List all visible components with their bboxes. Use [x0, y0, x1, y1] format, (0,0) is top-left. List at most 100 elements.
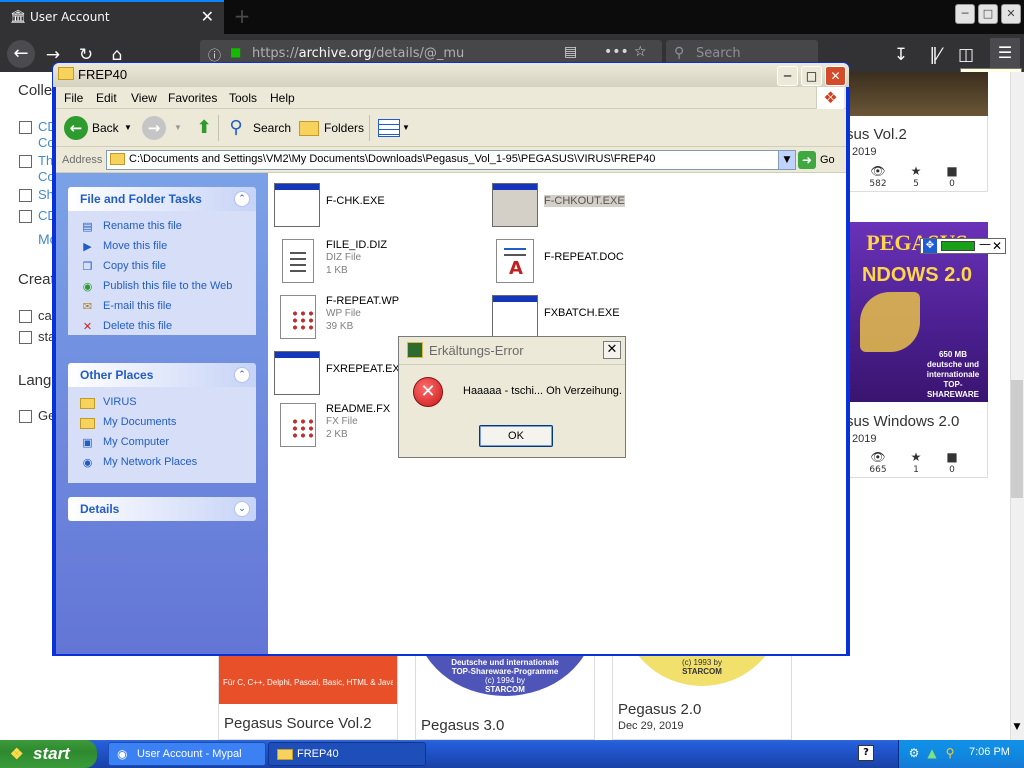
back-label[interactable]: Back	[92, 121, 119, 135]
search-icon[interactable]: ⚲	[224, 116, 248, 140]
start-button[interactable]: ❖ start	[0, 740, 97, 768]
file-item[interactable]: F-CHK.EXE	[274, 183, 484, 233]
file-item[interactable]: A F-REPEAT.DOC	[492, 239, 702, 289]
checkbox[interactable]	[19, 410, 32, 423]
views-dropdown-icon[interactable]: ▼	[402, 123, 410, 132]
task-rename[interactable]: ▤ Rename this file	[68, 217, 256, 237]
close-button[interactable]: ✕	[825, 66, 846, 86]
collapse-icon[interactable]: ⌃	[234, 191, 250, 207]
maximize-button[interactable]: □	[801, 66, 822, 86]
browser-tab[interactable]: 🏛 User Account ✕	[0, 0, 224, 34]
folders-icon[interactable]	[299, 121, 319, 136]
hamburger-menu-icon[interactable]: ☰	[990, 38, 1020, 68]
close-button[interactable]: ✕	[1001, 4, 1021, 24]
collection-label[interactable]: Th	[38, 153, 53, 168]
minimize-icon[interactable]: —	[979, 237, 991, 251]
library-icon[interactable]: ‖⁄	[924, 44, 946, 66]
card-thumbnail[interactable]: Für C, C++, Delphi, Pascal, Basic, HTML …	[219, 656, 397, 704]
text-file-icon	[282, 239, 314, 283]
folders-label[interactable]: Folders	[324, 121, 364, 135]
scrollbar-thumb[interactable]	[1011, 380, 1023, 498]
close-icon[interactable]: ✕	[992, 239, 1002, 253]
card-title[interactable]: sus Windows 2.0	[846, 413, 959, 430]
tab-close-icon[interactable]: ✕	[201, 7, 214, 26]
new-tab-icon[interactable]: +	[232, 6, 252, 26]
network-tray-icon[interactable]: ⚙	[907, 746, 921, 760]
minimize-button[interactable]: ─	[955, 4, 975, 24]
card-title[interactable]: Pegasus 3.0	[421, 717, 504, 734]
checkbox[interactable]	[19, 155, 32, 168]
move-icon[interactable]: ✥	[923, 239, 937, 253]
card-thumbnail[interactable]: (c) 1993 by STARCOM	[613, 656, 791, 688]
menu-favorites[interactable]: Favorites	[168, 91, 217, 105]
lock-icon: ■	[230, 45, 242, 59]
taskbar-item-browser[interactable]: ◉ User Account - Mypal	[108, 742, 266, 766]
card-title[interactable]: Pegasus 2.0	[618, 701, 701, 718]
menu-view[interactable]: View	[131, 91, 157, 105]
task-move[interactable]: ▶ Move this file	[68, 237, 256, 257]
file-item[interactable]: F-CHKOUT.EXE	[492, 183, 702, 233]
menu-help[interactable]: Help	[270, 91, 295, 105]
checkbox[interactable]	[19, 331, 32, 344]
forward-dropdown-icon[interactable]: ▼	[174, 123, 182, 132]
ok-button[interactable]: OK	[479, 425, 553, 447]
other-places-header[interactable]: Other Places ⌃	[68, 363, 256, 387]
place-my-documents[interactable]: My Documents	[68, 413, 256, 433]
bookmark-star-icon[interactable]: ☆	[634, 44, 647, 60]
safely-remove-icon[interactable]: ▲	[925, 746, 939, 760]
sidebar-icon[interactable]: ◫	[955, 44, 977, 66]
chevron-down-icon[interactable]: ▼	[778, 151, 795, 169]
task-email[interactable]: ✉ E-mail this file	[68, 297, 256, 317]
file-folder-tasks-header[interactable]: File and Folder Tasks ⌃	[68, 187, 256, 211]
views-icon[interactable]	[378, 119, 400, 137]
task-copy[interactable]: ❐ Copy this file	[68, 257, 256, 277]
task-publish[interactable]: ◉ Publish this file to the Web	[68, 277, 256, 297]
reader-view-icon[interactable]: ▤	[564, 44, 577, 60]
details-header[interactable]: Details ⌄	[68, 497, 256, 521]
taskbar-item-explorer[interactable]: FREP40	[268, 742, 426, 766]
checkbox[interactable]	[19, 310, 32, 323]
search-tray-icon[interactable]: ⚲	[943, 746, 957, 760]
go-arrow-icon[interactable]: ➜	[798, 151, 816, 169]
page-actions-icon[interactable]: •••	[604, 44, 629, 60]
task-delete[interactable]: ✕ Delete this file	[68, 317, 256, 337]
close-icon[interactable]: ✕	[603, 341, 621, 359]
place-my-network[interactable]: ◉ My Network Places	[68, 453, 256, 473]
go-button[interactable]: Go	[820, 154, 835, 166]
checkbox[interactable]	[19, 189, 32, 202]
checkbox[interactable]	[19, 210, 32, 223]
forward-arrow-icon[interactable]: →	[142, 116, 166, 140]
expand-icon[interactable]: ⌄	[234, 501, 250, 517]
menu-edit[interactable]: Edit	[96, 91, 117, 105]
checkbox[interactable]	[19, 121, 32, 134]
address-input[interactable]: C:\Documents and Settings\VM2\My Documen…	[106, 150, 796, 170]
views-icon: 👁	[870, 164, 886, 178]
widget-bar[interactable]: ✥ — ✕	[920, 237, 1006, 254]
card-thumbnail[interactable]	[846, 72, 988, 116]
maximize-button[interactable]: □	[978, 4, 998, 24]
menu-file[interactable]: File	[64, 91, 83, 105]
place-virus[interactable]: VIRUS	[68, 393, 256, 413]
rename-icon: ▤	[82, 220, 93, 233]
back-dropdown-icon[interactable]: ▼	[124, 123, 132, 132]
card-title[interactable]: Pegasus Source Vol.2	[224, 715, 372, 732]
card-thumbnail[interactable]: Deutsche und internationale TOP-Sharewar…	[416, 656, 594, 704]
minimize-button[interactable]: ─	[777, 66, 798, 86]
search-label[interactable]: Search	[253, 121, 291, 135]
copy-file-icon: ❐	[82, 260, 93, 273]
place-my-computer[interactable]: ▣ My Computer	[68, 433, 256, 453]
scroll-down-icon[interactable]: ▼	[1011, 722, 1023, 736]
address-label: Address	[62, 154, 103, 166]
file-item[interactable]: FILE_ID.DIZ DIZ File 1 KB	[274, 239, 484, 289]
back-arrow-icon[interactable]: ←	[7, 40, 35, 68]
dialog-title-bar[interactable]: Erkältungs-Error	[399, 337, 625, 365]
menu-tools[interactable]: Tools	[229, 91, 257, 105]
downloads-icon[interactable]: ↧	[890, 44, 912, 66]
collapse-icon[interactable]: ⌃	[234, 367, 250, 383]
file-name: FILE_ID.DIZ	[326, 239, 388, 251]
explorer-title-bar[interactable]: FREP40 ─ □ ✕	[53, 63, 849, 87]
card-title[interactable]: sus Vol.2	[846, 126, 907, 143]
up-folder-icon[interactable]: ⬆	[192, 116, 216, 140]
back-arrow-icon[interactable]: ←	[64, 116, 88, 140]
help-icon[interactable]: ?	[858, 745, 874, 761]
